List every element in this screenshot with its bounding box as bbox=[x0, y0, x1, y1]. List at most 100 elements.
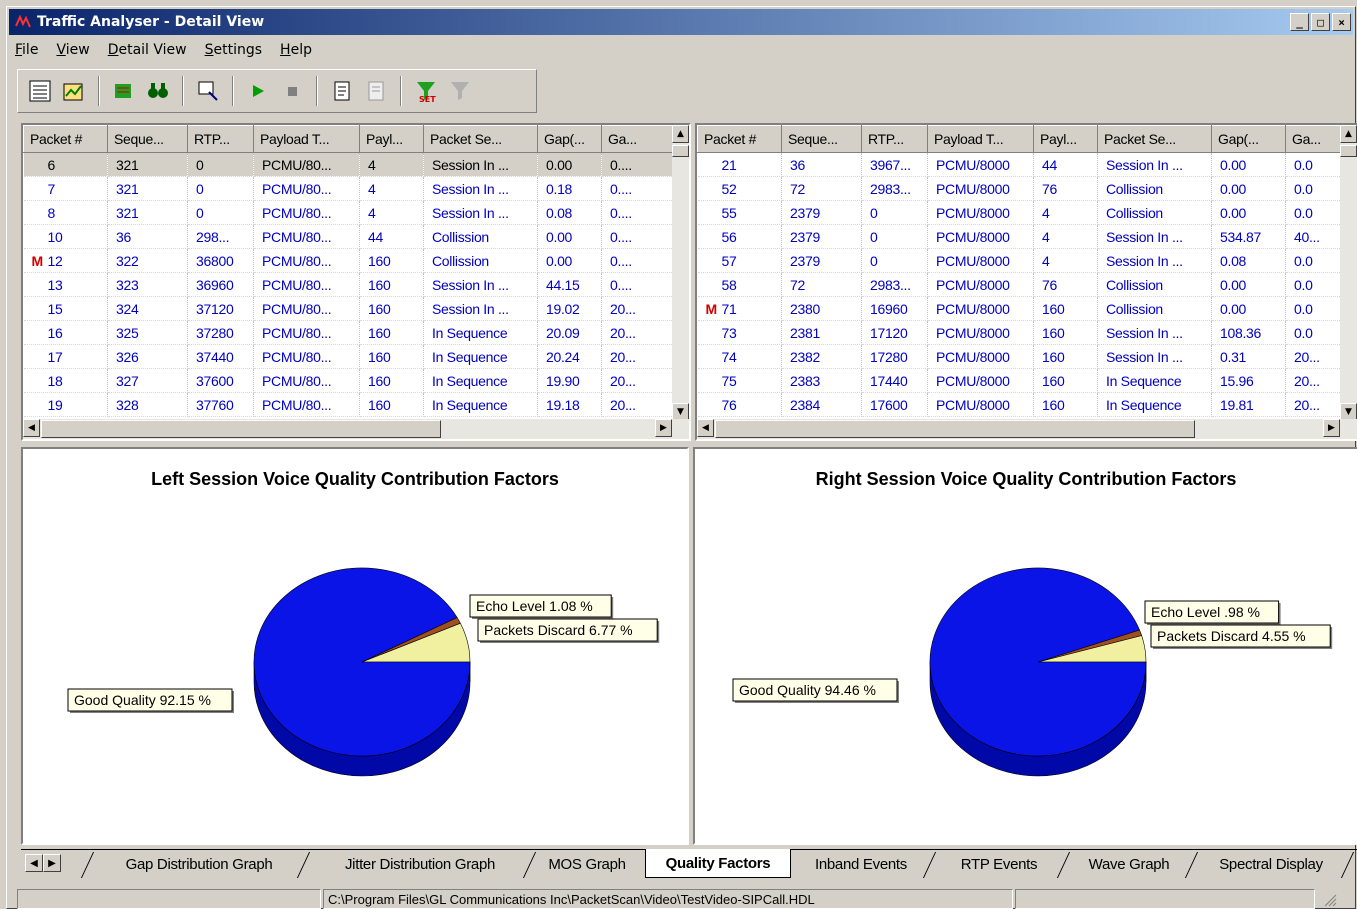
cell-rtp: 2983... bbox=[861, 272, 928, 297]
left-horizontal-scrollbar[interactable]: ◀ ▶ bbox=[23, 419, 689, 439]
col-packet-num[interactable]: Packet # bbox=[23, 125, 108, 153]
table-row[interactable]: 6 321 0 PCMU/80... 4 Session In ... 0.00 0.... bbox=[23, 152, 684, 177]
cell-payload-type: PCMU/80... bbox=[253, 200, 360, 225]
table-row[interactable]: 10 36 298... PCMU/80... 44 Collission 0.00 0...… bbox=[23, 224, 684, 249]
clear-filter-icon[interactable] bbox=[444, 74, 476, 108]
table-row[interactable]: 55 2379 0 PCMU/8000 4 Collission 0.00 0.0 bbox=[697, 200, 1357, 225]
col-sequence[interactable]: Seque... bbox=[781, 125, 862, 153]
table-row[interactable]: M 12 322 36800 PCMU/80... 160 Collission 0.00 0.… bbox=[23, 248, 684, 273]
col-packet-seq[interactable]: Packet Se... bbox=[423, 125, 538, 153]
binoculars-icon[interactable] bbox=[142, 74, 174, 108]
export-icon[interactable] bbox=[192, 74, 224, 108]
green-capture-icon[interactable] bbox=[108, 74, 140, 108]
tab-jitter-distribution[interactable]: Jitter Distribution Graph bbox=[313, 850, 527, 878]
tab-scroll-right-icon[interactable]: ▶ bbox=[43, 854, 61, 872]
col-rtp[interactable]: RTP... bbox=[861, 125, 928, 153]
table-row[interactable]: 18 327 37600 PCMU/80... 160 In Sequence 19.90 2… bbox=[23, 368, 684, 393]
maximize-button[interactable]: □ bbox=[1311, 13, 1330, 31]
tab-mos-graph[interactable]: MOS Graph bbox=[535, 850, 639, 878]
scroll-right-icon[interactable]: ▶ bbox=[655, 419, 672, 437]
scroll-up-icon[interactable]: ▲ bbox=[672, 125, 689, 143]
table-row[interactable]: 13 323 36960 PCMU/80... 160 Session In ... 44.… bbox=[23, 272, 684, 297]
report-icon[interactable] bbox=[326, 74, 358, 108]
cell-rtp: 0 bbox=[187, 200, 254, 225]
menu-view[interactable]: View bbox=[56, 42, 89, 58]
table-row[interactable]: 52 72 2983... PCMU/8000 76 Collission 0.00 0.0 bbox=[697, 176, 1357, 201]
col-rtp[interactable]: RTP... bbox=[187, 125, 254, 153]
table-row[interactable]: 73 2381 17120 PCMU/8000 160 Session In ... 108… bbox=[697, 320, 1357, 345]
tab-quality-factors[interactable]: Quality Factors bbox=[645, 849, 791, 878]
tab-wave-graph[interactable]: Wave Graph bbox=[1071, 850, 1187, 878]
col-payload-type[interactable]: Payload T... bbox=[253, 125, 360, 153]
close-button[interactable]: × bbox=[1332, 13, 1351, 31]
col-gap[interactable]: Gap(... bbox=[537, 125, 602, 153]
scroll-thumb[interactable] bbox=[715, 420, 1195, 438]
minimize-button[interactable]: _ bbox=[1290, 13, 1309, 31]
cell-packet-num: 75 bbox=[697, 368, 782, 393]
set-filter-icon[interactable]: SET bbox=[410, 74, 442, 108]
right-horizontal-scrollbar[interactable]: ◀ ▶ bbox=[697, 419, 1357, 439]
table-row[interactable]: 7 321 0 PCMU/80... 4 Session In ... 0.18 0.... bbox=[23, 176, 684, 201]
table-row[interactable]: 21 36 3967... PCMU/8000 44 Session In ... 0.00… bbox=[697, 152, 1357, 177]
left-vertical-scrollbar[interactable]: ▲ ▼ bbox=[672, 125, 689, 421]
cell-rtp: 17120 bbox=[861, 320, 928, 345]
table-row[interactable]: 8 321 0 PCMU/80... 4 Session In ... 0.08 0.... bbox=[23, 200, 684, 225]
pie-label: Good Quality 92.15 % bbox=[67, 688, 234, 713]
scroll-thumb[interactable] bbox=[672, 145, 689, 157]
cell-packet-num: 52 bbox=[697, 176, 782, 201]
cell-payload-type: PCMU/8000 bbox=[927, 296, 1034, 321]
col-sequence[interactable]: Seque... bbox=[107, 125, 188, 153]
table-row[interactable]: 58 72 2983... PCMU/8000 76 Collission 0.00 0.0 bbox=[697, 272, 1357, 297]
scroll-thumb[interactable] bbox=[1340, 145, 1357, 157]
resize-grip-icon[interactable] bbox=[1317, 889, 1353, 909]
scroll-left-icon[interactable]: ◀ bbox=[697, 419, 714, 437]
table-row[interactable]: M 71 2380 16960 PCMU/8000 160 Collission 0.00 0.… bbox=[697, 296, 1357, 321]
col-packet-seq[interactable]: Packet Se... bbox=[1097, 125, 1212, 153]
cell-rtp: 36960 bbox=[187, 272, 254, 297]
tab-scroll-left-icon[interactable]: ◀ bbox=[25, 854, 43, 872]
scroll-up-icon[interactable]: ▲ bbox=[1340, 125, 1357, 143]
stop-icon[interactable] bbox=[276, 74, 308, 108]
cell-packet-seq: In Sequence bbox=[423, 368, 538, 393]
report-disabled-icon[interactable] bbox=[360, 74, 392, 108]
table-row[interactable]: 15 324 37120 PCMU/80... 160 Session In ... 19.… bbox=[23, 296, 684, 321]
right-packet-table[interactable]: Packet # Seque... RTP... Payload T... Pa… bbox=[695, 123, 1357, 441]
tab-inband-events[interactable]: Inband Events bbox=[799, 850, 923, 878]
cell-sequence: 323 bbox=[107, 272, 188, 297]
cell-payload-type: PCMU/8000 bbox=[927, 344, 1034, 369]
cell-payload: 4 bbox=[1033, 224, 1098, 249]
chart-view-icon[interactable] bbox=[58, 74, 90, 108]
col-packet-num[interactable]: Packet # bbox=[697, 125, 782, 153]
col-gap[interactable]: Gap(... bbox=[1211, 125, 1286, 153]
menu-file[interactable]: File bbox=[15, 42, 38, 58]
table-row[interactable]: 19 328 37760 PCMU/80... 160 In Sequence 19.18 2… bbox=[23, 392, 684, 417]
table-row[interactable]: 76 2384 17600 PCMU/8000 160 In Sequence 19.81 2… bbox=[697, 392, 1357, 417]
cell-payload-type: PCMU/80... bbox=[253, 296, 360, 321]
left-packet-table[interactable]: Packet # Seque... RTP... Payload T... Pa… bbox=[21, 123, 691, 441]
tab-gap-distribution[interactable]: Gap Distribution Graph bbox=[99, 850, 299, 878]
table-row[interactable]: 75 2383 17440 PCMU/8000 160 In Sequence 15.96 2… bbox=[697, 368, 1357, 393]
col-payload-type[interactable]: Payload T... bbox=[927, 125, 1034, 153]
scroll-left-icon[interactable]: ◀ bbox=[23, 419, 40, 437]
cell-gap: 15.96 bbox=[1211, 368, 1286, 393]
list-view-icon[interactable] bbox=[24, 74, 56, 108]
table-row[interactable]: 56 2379 0 PCMU/8000 4 Session In ... 534.87 40.… bbox=[697, 224, 1357, 249]
cell-sequence: 321 bbox=[107, 152, 188, 177]
play-icon[interactable] bbox=[242, 74, 274, 108]
table-row[interactable]: 17 326 37440 PCMU/80... 160 In Sequence 20.24 2… bbox=[23, 344, 684, 369]
scroll-thumb[interactable] bbox=[41, 420, 441, 438]
marker-label: M bbox=[705, 300, 718, 317]
table-row[interactable]: 74 2382 17280 PCMU/8000 160 Session In ... 0.3… bbox=[697, 344, 1357, 369]
cell-rtp: 37120 bbox=[187, 296, 254, 321]
menu-help[interactable]: Help bbox=[280, 42, 312, 58]
menu-settings[interactable]: Settings bbox=[205, 42, 262, 58]
tab-rtp-events[interactable]: RTP Events bbox=[939, 850, 1059, 878]
tab-spectral-display[interactable]: Spectral Display bbox=[1199, 850, 1343, 878]
col-payload[interactable]: Payl... bbox=[1033, 125, 1098, 153]
right-vertical-scrollbar[interactable]: ▲ ▼ bbox=[1340, 125, 1357, 421]
scroll-right-icon[interactable]: ▶ bbox=[1323, 419, 1340, 437]
menu-detail-view[interactable]: Detail View bbox=[108, 42, 187, 58]
col-payload[interactable]: Payl... bbox=[359, 125, 424, 153]
table-row[interactable]: 57 2379 0 PCMU/8000 4 Session In ... 0.08 0.0 bbox=[697, 248, 1357, 273]
table-row[interactable]: 16 325 37280 PCMU/80... 160 In Sequence 20.09 2… bbox=[23, 320, 684, 345]
